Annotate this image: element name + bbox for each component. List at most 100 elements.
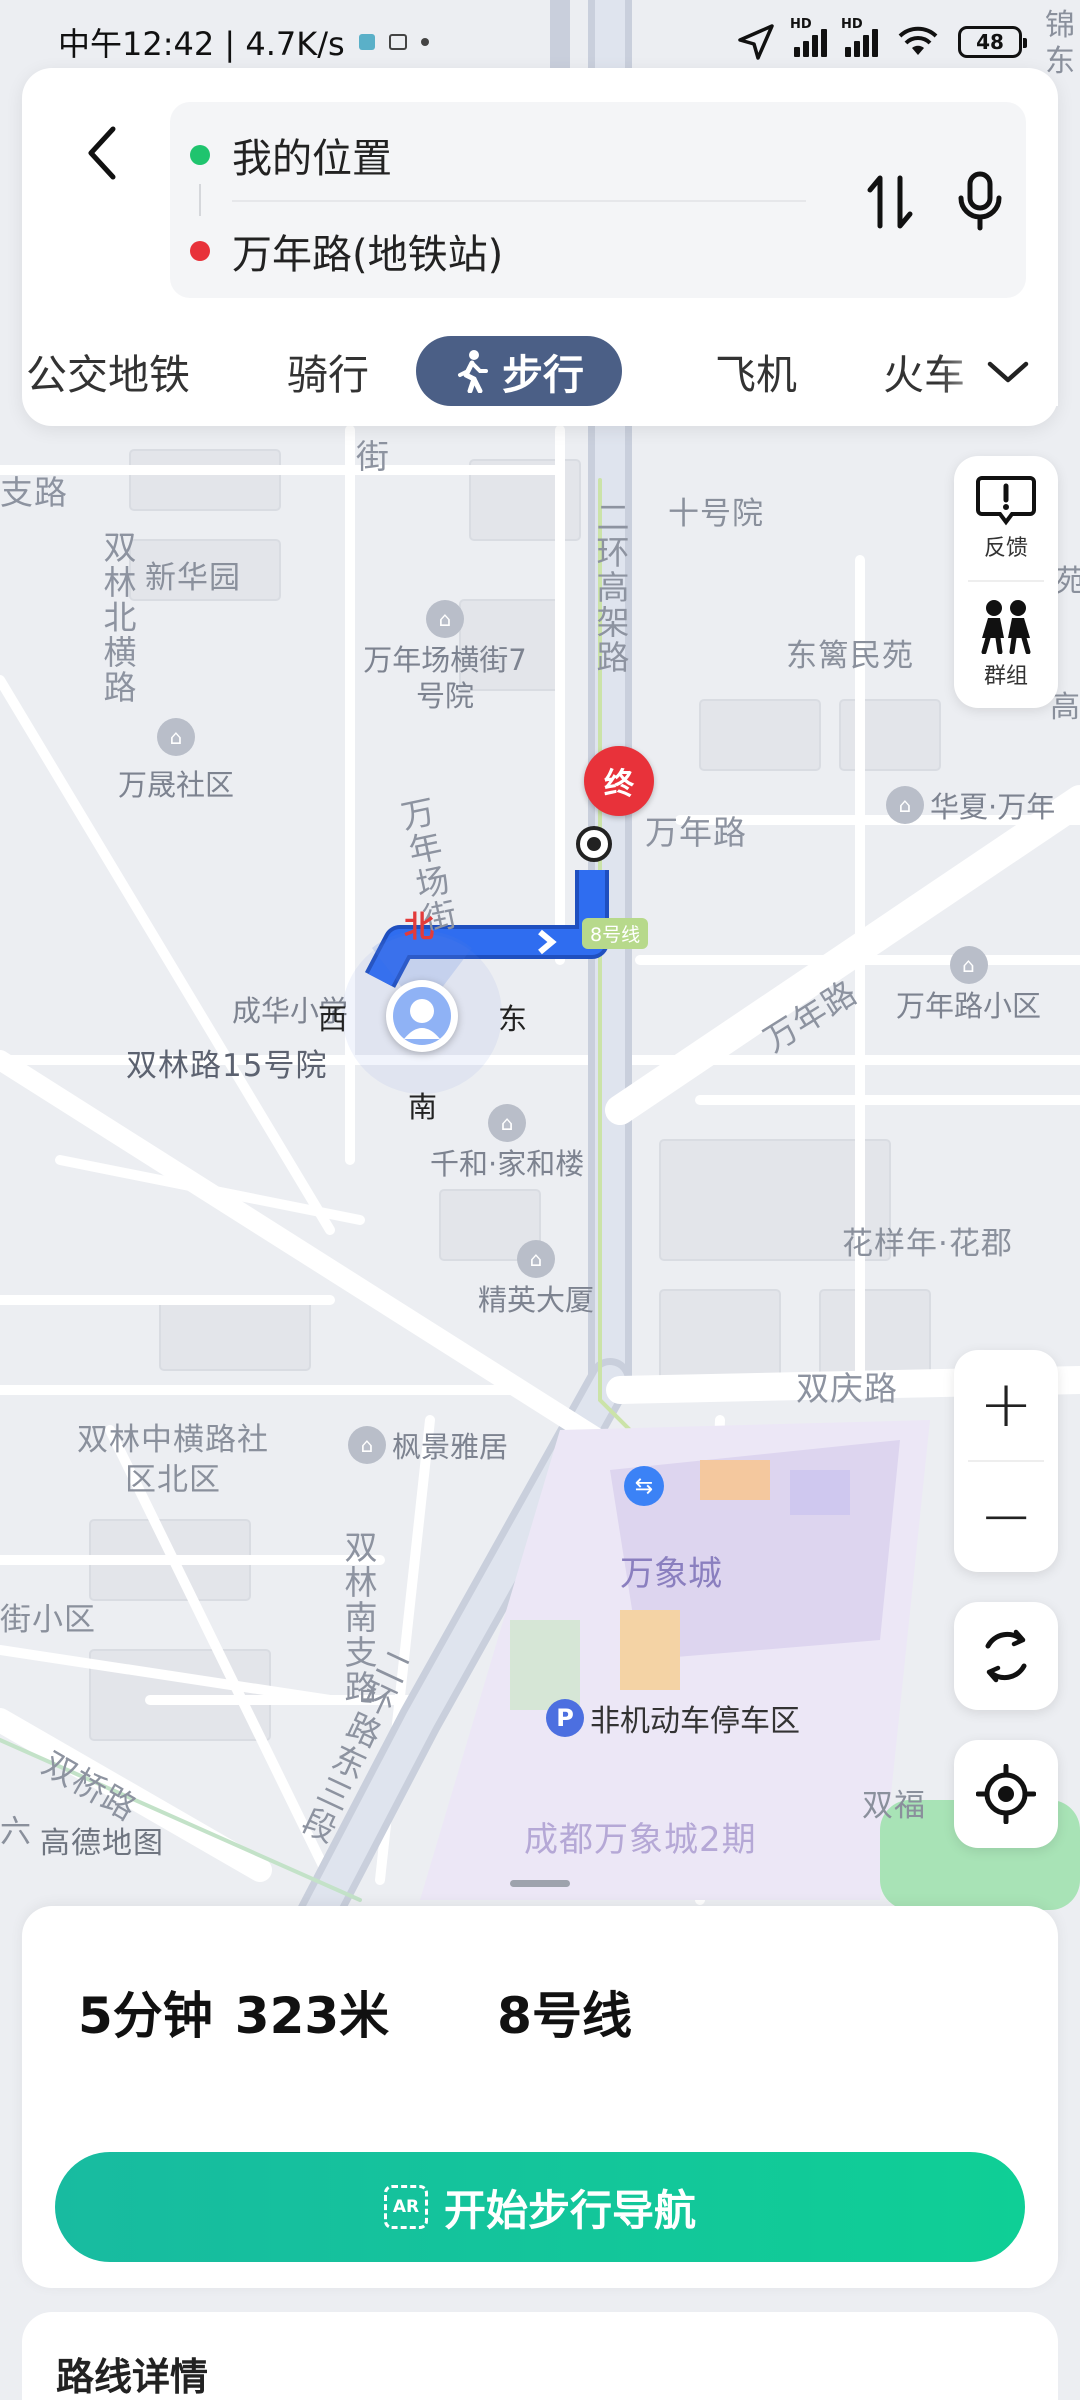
media-notify-icon xyxy=(388,34,407,50)
feedback-icon xyxy=(976,476,1036,526)
group-people-icon xyxy=(981,600,1031,654)
metro-entrance-icon[interactable]: ⇆ xyxy=(624,1466,664,1506)
refresh-route-panel xyxy=(954,1602,1058,1710)
signal-2-icon: HD xyxy=(841,17,878,57)
line-8-badge: 8号线 xyxy=(582,918,649,949)
area-label-shuangfu: 双福 xyxy=(862,1788,926,1824)
user-location-avatar[interactable] xyxy=(386,980,458,1052)
zoom-controls: + − xyxy=(954,1350,1058,1572)
building-icon: ⌂ xyxy=(517,1240,555,1278)
wifi-icon xyxy=(898,26,938,55)
ar-icon: AR xyxy=(383,2185,428,2229)
road-label-shuanglin-nanzhi: 双林南支路 xyxy=(339,1530,378,1705)
route-details-card[interactable]: 路线详情 xyxy=(22,2312,1058,2400)
road-label-wannian: 万年路 xyxy=(645,813,747,852)
inputs-divider xyxy=(232,200,806,202)
more-modes-button[interactable] xyxy=(978,342,1038,402)
edge-label-3: 苑 xyxy=(1055,564,1080,599)
swap-route-button[interactable] xyxy=(850,162,930,242)
station-target-icon xyxy=(576,826,612,862)
parking-icon: P xyxy=(546,1699,584,1737)
area-label-dongli-minyuan: 东篱民苑 xyxy=(786,638,914,674)
feedback-button[interactable]: 反馈 xyxy=(954,456,1058,580)
group-button[interactable]: 群组 xyxy=(954,582,1058,706)
status-time: 中午12:42 | 4.7K/s xyxy=(58,25,345,63)
start-walking-nav-button[interactable]: AR 开始步行导航 xyxy=(55,2152,1025,2262)
route-connector xyxy=(199,184,201,216)
locate-panel xyxy=(954,1740,1058,1848)
road-label-shuangqing: 双庆路 xyxy=(796,1369,898,1408)
more-notify-icon xyxy=(420,38,429,46)
route-details-title: 路线详情 xyxy=(56,2355,209,2399)
chevron-down-icon xyxy=(987,361,1029,383)
road-label-zhilu: 支路 xyxy=(0,473,68,512)
origin-field[interactable]: 我的位置 xyxy=(190,120,392,190)
tab-transit[interactable]: 公交地铁 xyxy=(22,336,208,406)
area-label-jiexiaoqu: 街小区 xyxy=(0,1602,96,1638)
tab-flight[interactable]: 飞机 xyxy=(686,336,826,406)
status-bar: 中午12:42 | 4.7K/s HD HD 48 xyxy=(0,0,1080,84)
area-label-huayangnian: 花样年·花郡 xyxy=(842,1226,1013,1262)
area-label-shihaoyuan: 十号院 xyxy=(668,496,764,532)
crosshair-icon xyxy=(976,1764,1036,1824)
route-inputs: 我的位置 万年路(地铁站) xyxy=(170,102,1026,298)
battery-icon: 48 xyxy=(958,26,1027,58)
poi-qianhe[interactable]: ⌂ 千和·家和楼 xyxy=(430,1104,584,1182)
poi-wannianlu-xiaoqu[interactable]: ⌂ 万年路小区 xyxy=(896,946,1041,1024)
poi-huaxia[interactable]: ⌂ 华夏·万年 xyxy=(886,784,1055,826)
refresh-route-button[interactable] xyxy=(954,1602,1058,1710)
voice-input-button[interactable] xyxy=(940,162,1020,242)
app-notify-icon xyxy=(358,34,375,50)
tab-cycling[interactable]: 骑行 xyxy=(258,336,398,406)
zoom-in-button[interactable]: + xyxy=(954,1350,1058,1460)
destination-dot-icon xyxy=(190,241,210,261)
poi-fengjing[interactable]: ⌂ 枫景雅居 xyxy=(348,1424,508,1466)
chevron-left-icon xyxy=(88,126,116,180)
destination-field[interactable]: 万年路(地铁站) xyxy=(190,216,503,286)
poi-wannianchang-7[interactable]: ⌂ 万年场横街7号院 xyxy=(350,600,540,714)
location-arrow-icon xyxy=(738,24,774,60)
road-label-erhuan-gaojia: 二环高架路 xyxy=(591,500,630,675)
map-watermark: 高德地图 xyxy=(40,1826,164,1861)
area-label-xinhuayuan: 新华园 xyxy=(145,560,241,596)
compass-south: 南 xyxy=(408,1090,439,1124)
tab-walking[interactable]: 步行 xyxy=(416,336,622,406)
signal-1-icon: HD xyxy=(790,17,827,57)
road-label-jie: 街 xyxy=(356,437,390,476)
compass-north: 北 xyxy=(404,910,435,945)
compass-west: 西 xyxy=(318,1002,349,1036)
route-duration: 5分钟 xyxy=(78,1987,213,2045)
back-button[interactable] xyxy=(58,108,148,198)
locate-me-button[interactable] xyxy=(954,1740,1058,1848)
origin-text: 我的位置 xyxy=(232,136,392,182)
route-line: 8号线 xyxy=(497,1987,632,2045)
building-icon: ⌂ xyxy=(348,1426,386,1464)
area-label-wanxiang2: 成都万象城2期 xyxy=(524,1820,757,1860)
route-distance: 323米 xyxy=(234,1987,390,2045)
zoom-out-button[interactable]: − xyxy=(954,1462,1058,1572)
travel-mode-tabs: 公交地铁 骑行 步行 飞机 火车 xyxy=(22,326,1058,406)
walking-person-icon xyxy=(458,350,488,393)
poi-jingying[interactable]: ⌂ 精英大厦 xyxy=(478,1240,594,1318)
building-icon: ⌂ xyxy=(949,946,988,984)
refresh-icon xyxy=(985,1629,1027,1683)
poi-bike-parking[interactable]: P 非机动车停车区 xyxy=(546,1696,800,1740)
sheet-drag-handle[interactable] xyxy=(510,1880,570,1887)
compass-east: 东 xyxy=(498,1002,529,1036)
building-icon: ⌂ xyxy=(886,786,924,824)
area-label-liu: 六 xyxy=(0,1814,32,1850)
poi-wanxiangcheng[interactable]: 万象城 xyxy=(620,1546,722,1595)
building-icon: ⌂ xyxy=(488,1104,527,1142)
route-summary-card[interactable]: 5分钟 323米 8号线 AR 开始步行导航 xyxy=(22,1906,1058,2288)
building-icon: ⌂ xyxy=(426,600,464,638)
microphone-icon xyxy=(958,171,1002,231)
avatar-icon xyxy=(393,987,451,1045)
origin-dot-icon xyxy=(190,145,210,165)
building-icon: ⌂ xyxy=(157,718,195,756)
poi-wansheng[interactable]: ⌂ 万晟社区 xyxy=(118,718,234,804)
map-tools-top: 反馈 群组 xyxy=(954,456,1058,708)
road-label-shuanglin-beiheng: 双林北横路 xyxy=(98,530,137,705)
area-label-shuanglin-zhongheng: 双林中横路社区北区 xyxy=(77,1422,269,1498)
destination-end-marker[interactable]: 终 xyxy=(584,746,654,816)
area-label-shuanglin15: 双林路15号院 xyxy=(126,1048,328,1084)
